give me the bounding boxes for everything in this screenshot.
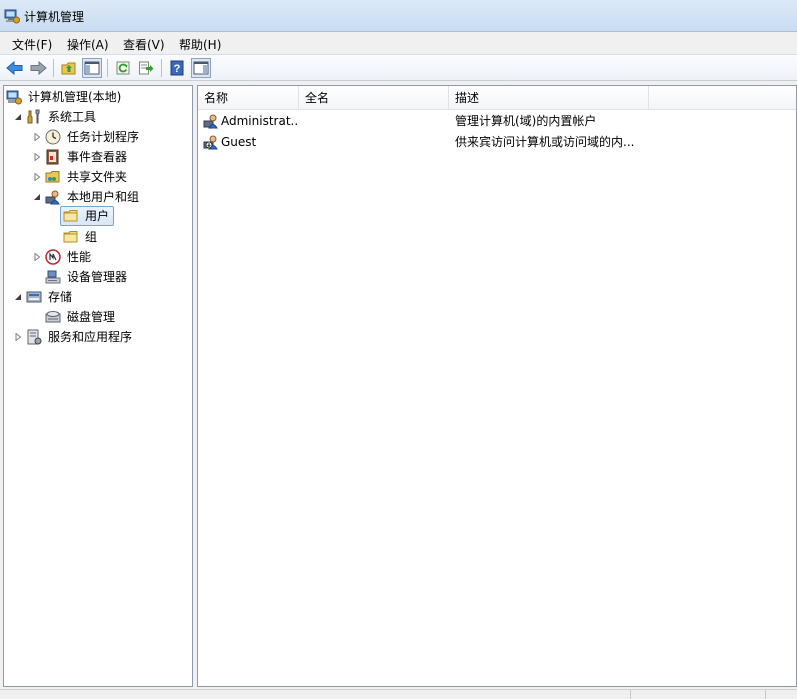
show-hide-tree-icon bbox=[84, 61, 100, 75]
tree-item-local-users-groups[interactable]: 本地用户和组 bbox=[32, 187, 141, 207]
show-hide-action-pane-icon bbox=[193, 61, 209, 75]
event-viewer-icon bbox=[46, 149, 59, 165]
tree-label: 计算机管理(本地) bbox=[28, 90, 122, 104]
tree-item-device-manager[interactable]: 设备管理器 bbox=[45, 267, 129, 287]
title-bar: 计算机管理 bbox=[0, 0, 797, 32]
toolbar-separator bbox=[53, 59, 54, 77]
window-title: 计算机管理 bbox=[24, 10, 85, 24]
storage-icon bbox=[26, 291, 42, 303]
tree-item-disk-management[interactable]: 磁盘管理 bbox=[45, 307, 117, 327]
tree-label: 本地用户和组 bbox=[67, 190, 140, 204]
export-list-button[interactable] bbox=[136, 58, 156, 78]
toolbar-separator bbox=[107, 59, 108, 77]
up-one-level-button[interactable] bbox=[59, 58, 79, 78]
tree-label: 服务和应用程序 bbox=[48, 330, 133, 344]
expand-triangle-icon[interactable] bbox=[32, 132, 42, 142]
cell-fullname bbox=[305, 132, 450, 153]
tree-label: 系统工具 bbox=[48, 110, 97, 124]
status-bar bbox=[0, 689, 797, 699]
column-header-description[interactable]: 描述 bbox=[449, 86, 649, 110]
tree-label: 组 bbox=[85, 230, 98, 244]
column-header-fullname[interactable]: 全名 bbox=[299, 86, 449, 110]
refresh-icon bbox=[116, 61, 130, 75]
list-row-administrator[interactable]: Administrat... 管理计算机(域)的内置帐户 bbox=[198, 111, 796, 132]
tree-item-task-scheduler[interactable]: 任务计划程序 bbox=[32, 127, 141, 147]
menu-action[interactable]: 操作(A) bbox=[67, 36, 109, 53]
tree-label: 磁盘管理 bbox=[67, 310, 116, 324]
collapse-triangle-icon[interactable] bbox=[13, 112, 23, 122]
folder-icon bbox=[63, 231, 78, 243]
navigation-tree[interactable]: 计算机管理(本地) 系统工具 任务计划程序 事件查看器 共享文件夹 本地用户和组… bbox=[3, 85, 193, 687]
device-manager-icon bbox=[45, 270, 61, 284]
expand-triangle-icon[interactable] bbox=[32, 172, 42, 182]
disk-management-icon bbox=[45, 311, 61, 323]
tree-item-performance[interactable]: 性能 bbox=[32, 247, 93, 267]
tree-item-system-tools[interactable]: 系统工具 bbox=[13, 107, 98, 127]
tree-item-services-applications[interactable]: 服务和应用程序 bbox=[13, 327, 134, 347]
computer-management-icon bbox=[4, 9, 20, 24]
tree-item-users[interactable]: 用户 bbox=[60, 206, 115, 226]
tree-item-shared-folders[interactable]: 共享文件夹 bbox=[32, 167, 129, 187]
user-icon bbox=[203, 114, 218, 129]
selection-highlight: 用户 bbox=[60, 206, 115, 226]
menu-help[interactable]: 帮助(H) bbox=[179, 36, 221, 53]
forward-arrow-icon bbox=[30, 60, 47, 76]
folder-icon bbox=[63, 210, 78, 222]
tree-label: 任务计划程序 bbox=[67, 130, 140, 144]
tree-label: 共享文件夹 bbox=[67, 170, 128, 184]
tree-label: 性能 bbox=[67, 250, 92, 264]
expand-triangle-icon[interactable] bbox=[32, 152, 42, 162]
show-hide-action-pane-button[interactable] bbox=[191, 58, 211, 78]
svg-text:?: ? bbox=[174, 63, 181, 75]
performance-icon bbox=[45, 249, 61, 265]
column-header-name[interactable]: 名称 bbox=[198, 86, 299, 110]
forward-button[interactable] bbox=[28, 58, 48, 78]
services-icon bbox=[27, 329, 42, 345]
collapse-triangle-icon[interactable] bbox=[32, 192, 42, 202]
clock-icon bbox=[45, 129, 61, 145]
cell-name: Administrat... bbox=[221, 114, 299, 128]
users-group-icon bbox=[45, 190, 60, 205]
tree-label: 设备管理器 bbox=[67, 270, 128, 284]
menu-view[interactable]: 查看(V) bbox=[123, 36, 165, 53]
list-row-guest[interactable]: Guest 供来宾访问计算机或访问域的内... bbox=[198, 132, 796, 153]
help-icon: ? bbox=[170, 60, 184, 76]
status-segment bbox=[630, 690, 765, 699]
tree-label: 用户 bbox=[85, 209, 110, 223]
cell-fullname bbox=[305, 111, 450, 132]
menu-file[interactable]: 文件(F) bbox=[12, 36, 52, 53]
toolbar: ? bbox=[0, 54, 797, 81]
refresh-button[interactable] bbox=[113, 58, 133, 78]
toolbar-separator bbox=[161, 59, 162, 77]
back-arrow-icon bbox=[6, 60, 23, 76]
tree-item-storage[interactable]: 存储 bbox=[13, 287, 74, 307]
disabled-user-icon bbox=[203, 135, 218, 150]
tree-item-computer-management[interactable]: 计算机管理(本地) bbox=[6, 87, 123, 107]
show-hide-tree-button[interactable] bbox=[82, 58, 102, 78]
shared-folder-icon bbox=[45, 171, 60, 183]
collapse-triangle-icon[interactable] bbox=[13, 292, 23, 302]
status-segment bbox=[765, 690, 797, 699]
cell-name: Guest bbox=[221, 135, 257, 149]
menu-bar: 文件(F) 操作(A) 查看(V) 帮助(H) bbox=[0, 32, 797, 54]
expand-triangle-icon[interactable] bbox=[13, 332, 23, 342]
column-header-empty bbox=[649, 86, 796, 110]
tree-item-event-viewer[interactable]: 事件查看器 bbox=[32, 147, 129, 167]
back-button[interactable] bbox=[5, 58, 25, 78]
tree-label: 存储 bbox=[48, 290, 73, 304]
cell-description: 供来宾访问计算机或访问域的内... bbox=[455, 135, 635, 149]
export-list-icon bbox=[139, 61, 154, 75]
tree-label: 事件查看器 bbox=[67, 150, 128, 164]
up-folder-icon bbox=[61, 62, 76, 75]
details-list[interactable]: 名称 全名 描述 Administrat... 管理计算机(域)的内置帐户 Gu… bbox=[197, 85, 797, 687]
computer-management-icon bbox=[6, 90, 22, 105]
help-button[interactable]: ? bbox=[167, 58, 187, 78]
tools-icon bbox=[27, 109, 40, 124]
tree-item-groups[interactable]: 组 bbox=[63, 227, 99, 247]
expand-triangle-icon[interactable] bbox=[32, 252, 42, 262]
cell-description: 管理计算机(域)的内置帐户 bbox=[455, 114, 597, 128]
